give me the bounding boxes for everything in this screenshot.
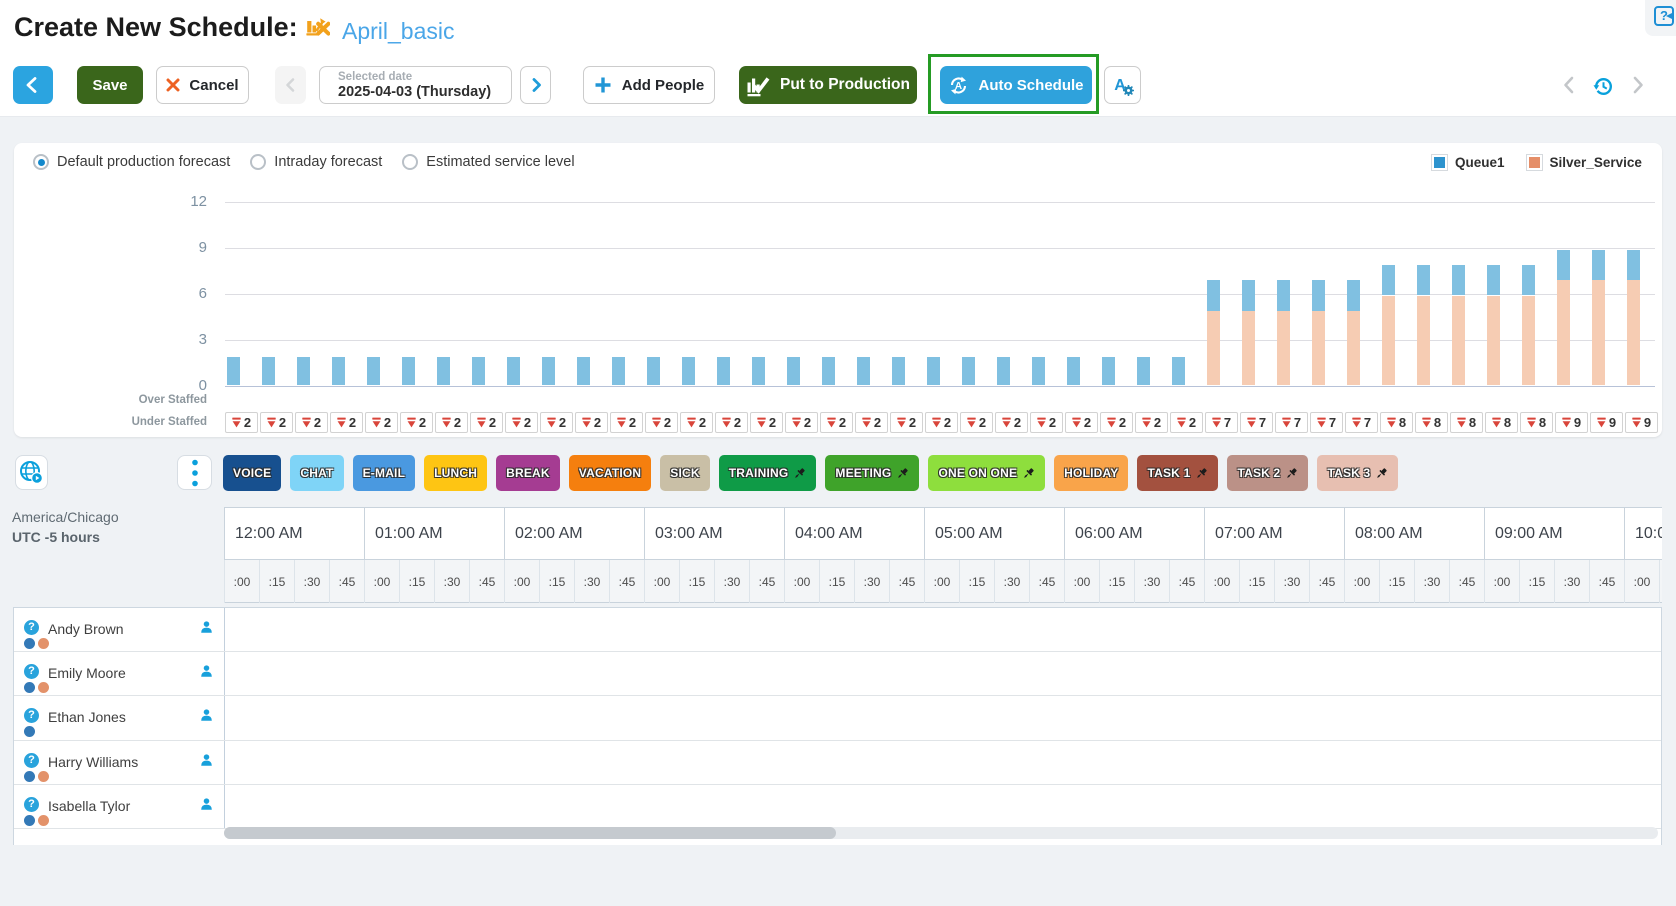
svg-text:A: A bbox=[955, 81, 962, 92]
svg-text:A: A bbox=[1114, 77, 1126, 94]
